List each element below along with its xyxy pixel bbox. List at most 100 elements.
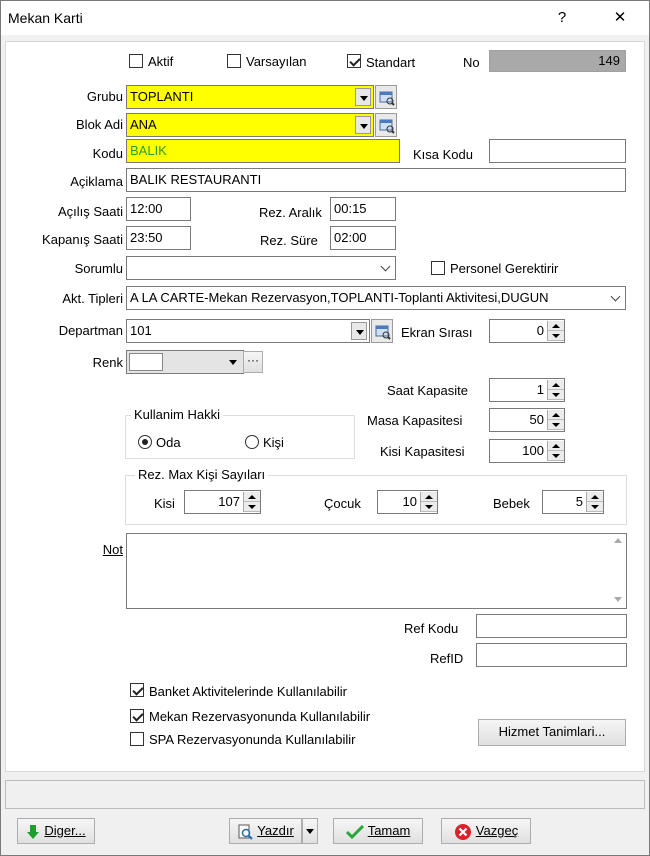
scroll-down-icon[interactable] xyxy=(614,597,622,602)
ref-kodu-input[interactable] xyxy=(476,614,627,638)
close-button[interactable]: ✕ xyxy=(597,1,643,35)
rezmax-cocuk-spinner[interactable]: 10 xyxy=(377,490,438,514)
help-button[interactable]: ? xyxy=(539,1,585,35)
spinner-arrows[interactable] xyxy=(420,492,437,512)
chevron-up-icon[interactable] xyxy=(548,441,564,451)
chevron-down-icon[interactable] xyxy=(548,331,564,341)
chevron-down-icon[interactable] xyxy=(548,390,564,400)
chevron-down-icon[interactable] xyxy=(351,322,367,340)
departman-dropdown[interactable]: 101 xyxy=(126,319,370,343)
chevron-down-icon[interactable] xyxy=(244,502,260,512)
not-label: Not xyxy=(26,542,123,558)
saat-kapasite-spinner[interactable]: 1 xyxy=(489,378,565,402)
departman-value: 101 xyxy=(130,323,152,338)
mekan-rezervasyon-label: Mekan Rezervasyonunda Kullanılabilir xyxy=(149,709,371,724)
spa-rezervasyon-checkbox[interactable] xyxy=(130,732,144,746)
departman-label: Departman xyxy=(58,323,123,338)
kisi-kapasitesi-label: Kisi Kapasitesi xyxy=(380,444,465,459)
akt-tipleri-value: A LA CARTE-Mekan Rezervasyon,TOPLANTI-To… xyxy=(130,290,549,305)
chevron-up-icon[interactable] xyxy=(244,492,260,502)
spa-rezervasyon-label: SPA Rezervasyonunda Kullanılabilir xyxy=(149,732,356,747)
ekran-sirasi-value: 0 xyxy=(536,323,544,338)
oda-radio[interactable] xyxy=(138,435,152,449)
rezmax-kisi-value: 107 xyxy=(218,494,240,509)
personel-gerektirir-checkbox[interactable] xyxy=(431,261,445,275)
akt-tipleri-dropdown[interactable]: A LA CARTE-Mekan Rezervasyon,TOPLANTI-To… xyxy=(126,286,626,310)
grubu-dropdown[interactable]: TOPLANTI xyxy=(126,85,374,109)
spinner-arrows[interactable] xyxy=(547,441,564,461)
chevron-up-icon[interactable] xyxy=(548,321,564,331)
acilis-saati-input[interactable]: 12:00 xyxy=(126,197,191,221)
print-preview-icon xyxy=(238,824,253,840)
rez-sure-label: Rez. Süre xyxy=(260,233,318,248)
chevron-down-icon[interactable] xyxy=(421,502,437,512)
diger-button[interactable]: Diger... xyxy=(17,818,95,844)
chevron-up-icon[interactable] xyxy=(548,410,564,420)
tamam-button[interactable]: Tamam xyxy=(333,818,423,844)
masa-kapasitesi-spinner[interactable]: 50 xyxy=(489,408,565,432)
standart-checkbox[interactable] xyxy=(347,54,361,68)
rez-sure-input[interactable]: 02:00 xyxy=(330,226,396,250)
chevron-up-icon[interactable] xyxy=(587,492,603,502)
yazdir-dropdown-button[interactable] xyxy=(302,818,318,844)
kisi-radio[interactable] xyxy=(245,435,259,449)
sorumlu-dropdown[interactable] xyxy=(126,256,396,280)
not-textarea[interactable] xyxy=(126,533,627,609)
aciklama-label: Açiklama xyxy=(70,174,123,189)
chevron-down-icon[interactable] xyxy=(225,353,241,371)
kodu-input[interactable]: BALIK xyxy=(126,139,400,163)
saat-kapasite-value: 1 xyxy=(536,382,544,397)
spinner-arrows[interactable] xyxy=(586,492,603,512)
oda-label: Oda xyxy=(156,435,181,450)
chevron-down-icon[interactable] xyxy=(548,451,564,461)
spinner-arrows[interactable] xyxy=(243,492,260,512)
kisi-kapasitesi-value: 100 xyxy=(522,443,544,458)
renk-more-button[interactable]: ··· xyxy=(243,351,263,373)
chevron-up-icon[interactable] xyxy=(548,380,564,390)
not-label-text: Not xyxy=(102,542,123,557)
rezmax-bebek-label: Bebek xyxy=(493,496,530,511)
chevron-down-icon[interactable] xyxy=(548,420,564,430)
banket-label: Banket Aktivitelerinde Kullanılabilir xyxy=(149,684,347,699)
chevron-down-icon[interactable] xyxy=(355,116,371,134)
yazdir-button[interactable]: Yazdır xyxy=(229,818,302,844)
rezmax-bebek-spinner[interactable]: 5 xyxy=(542,490,604,514)
grubu-value: TOPLANTI xyxy=(130,89,194,104)
cancel-icon xyxy=(454,823,471,840)
kapanis-saati-input[interactable]: 23:50 xyxy=(126,226,191,250)
mekan-rezervasyon-checkbox[interactable] xyxy=(130,709,144,723)
chevron-up-icon[interactable] xyxy=(421,492,437,502)
chevron-down-icon[interactable] xyxy=(355,88,371,106)
varsayilan-checkbox[interactable] xyxy=(227,54,241,68)
chevron-down-icon[interactable] xyxy=(380,261,391,272)
blok-adi-lookup-button[interactable] xyxy=(375,113,397,137)
vazgec-button[interactable]: Vazgeç xyxy=(441,818,531,844)
rezmax-kisi-spinner[interactable]: 107 xyxy=(184,490,261,514)
kisi-radio-label: Kişi xyxy=(263,435,284,450)
renk-color-picker[interactable] xyxy=(126,350,244,374)
refid-input[interactable] xyxy=(476,643,627,667)
lookup-icon xyxy=(379,91,395,106)
grubu-lookup-button[interactable] xyxy=(375,85,397,109)
ekran-sirasi-spinner[interactable]: 0 xyxy=(489,319,565,343)
banket-checkbox[interactable] xyxy=(130,683,144,697)
departman-lookup-button[interactable] xyxy=(371,319,393,343)
vazgec-button-label: Vazgeç xyxy=(475,823,519,838)
rez-aralik-input[interactable]: 00:15 xyxy=(330,197,396,221)
kisi-kapasitesi-spinner[interactable]: 100 xyxy=(489,439,565,463)
refid-label: RefID xyxy=(430,651,464,666)
ref-kodu-label: Ref Kodu xyxy=(404,621,459,636)
spinner-arrows[interactable] xyxy=(547,410,564,430)
aktif-checkbox[interactable] xyxy=(129,54,143,68)
chevron-down-icon[interactable] xyxy=(610,291,621,302)
spinner-arrows[interactable] xyxy=(547,321,564,341)
lookup-icon xyxy=(379,119,395,134)
hizmet-tanimlari-button[interactable]: Hizmet Tanimlari... xyxy=(478,719,626,746)
chevron-down-icon[interactable] xyxy=(587,502,603,512)
kisa-kodu-input[interactable] xyxy=(489,139,626,163)
title-bar: Mekan Karti ? ✕ xyxy=(1,1,649,35)
spinner-arrows[interactable] xyxy=(547,380,564,400)
aciklama-input[interactable]: BALIK RESTAURANTI xyxy=(126,168,626,192)
scroll-up-icon[interactable] xyxy=(614,538,622,543)
blok-adi-dropdown[interactable]: ANA xyxy=(126,113,374,137)
